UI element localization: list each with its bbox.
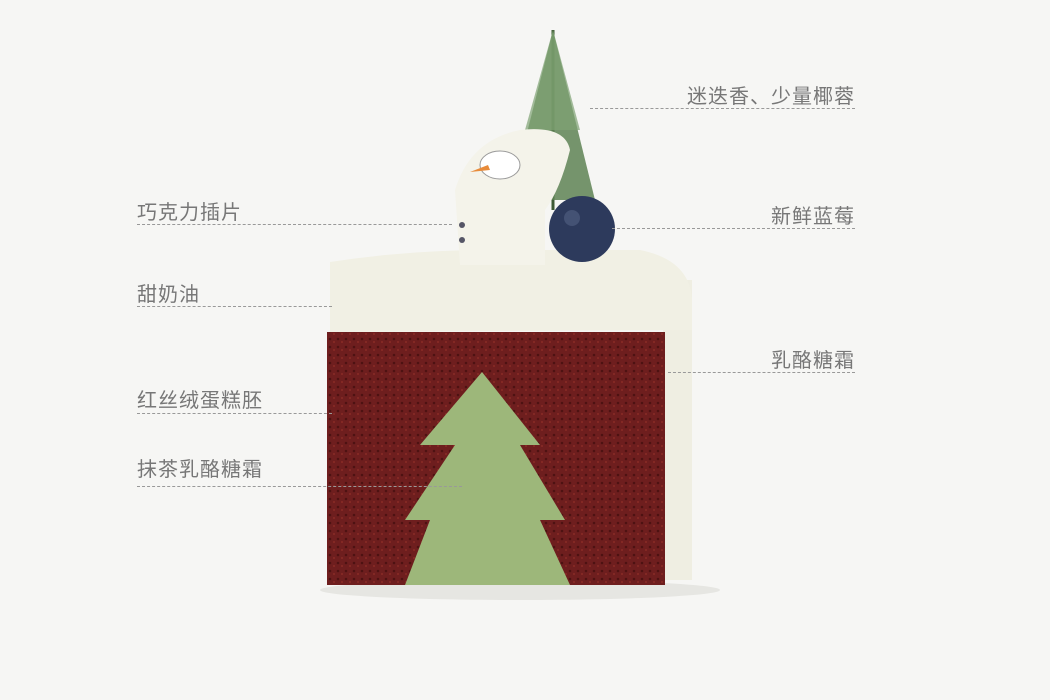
- leader-line: [590, 108, 855, 109]
- label-cream-cheese-frosting: 乳酪糖霜: [771, 348, 855, 372]
- leader-line: [137, 486, 462, 487]
- olaf-chocolate-plaque: [455, 129, 570, 265]
- leader-line: [612, 228, 855, 229]
- leader-line: [137, 224, 452, 225]
- label-blueberry: 新鲜蓝莓: [771, 204, 855, 228]
- cake-illustration: [320, 30, 720, 600]
- leader-line: [668, 372, 855, 373]
- label-red-velvet: 红丝绒蛋糕胚: [137, 388, 263, 412]
- label-chocolate-plaque: 巧克力插片: [137, 200, 242, 224]
- label-matcha-frosting: 抹茶乳酪糖霜: [137, 457, 263, 481]
- leader-line: [137, 306, 332, 307]
- label-sweet-cream: 甜奶油: [137, 282, 200, 306]
- blueberry: [549, 196, 615, 262]
- leader-line: [137, 413, 332, 414]
- label-rosemary: 迷迭香、少量椰蓉: [687, 84, 855, 108]
